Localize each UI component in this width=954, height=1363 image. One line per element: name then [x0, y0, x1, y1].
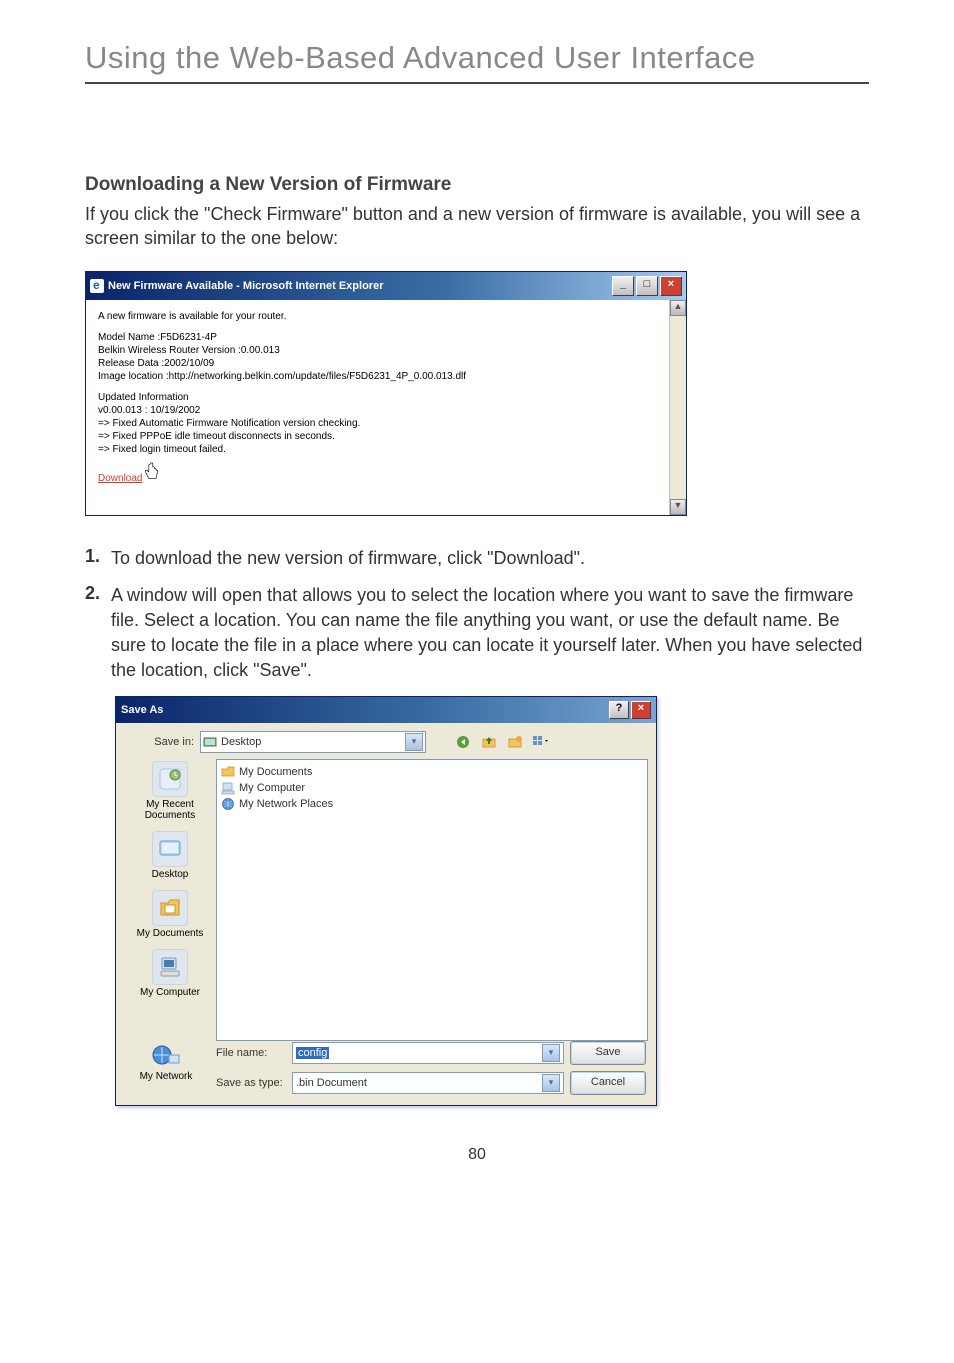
list-item-label: My Network Places [239, 798, 333, 810]
image-location: Image location :http://networking.belkin… [98, 370, 674, 383]
step-2-text: A window will open that allows you to se… [111, 583, 869, 684]
list-item[interactable]: My Documents [221, 764, 643, 780]
list-item[interactable]: My Network Places [221, 796, 643, 812]
savein-combo[interactable]: Desktop ▾ [200, 731, 426, 753]
savein-label: Save in: [124, 736, 194, 748]
place-mydocs-label: My Documents [137, 928, 204, 939]
section-heading: Downloading a New Version of Firmware [85, 174, 869, 196]
release-date: Release Data :2002/10/09 [98, 357, 674, 370]
ie-titlebar[interactable]: New Firmware Available - Microsoft Inter… [86, 272, 686, 300]
step-2: 2. A window will open that allows you to… [85, 583, 869, 684]
mycomp-place-icon [152, 949, 188, 985]
place-recent[interactable]: My Recent Documents [128, 761, 212, 821]
step-1-text: To download the new version of firmware,… [111, 546, 585, 571]
ie-title-text: New Firmware Available - Microsoft Inter… [108, 280, 612, 292]
step-1-number: 1. [85, 546, 111, 571]
firmware-available-text: A new firmware is available for your rou… [98, 310, 674, 323]
list-item[interactable]: My Computer [221, 780, 643, 796]
step-2-number: 2. [85, 583, 111, 684]
savetype-value: .bin Document [296, 1077, 367, 1089]
view-menu-button[interactable] [530, 731, 552, 753]
file-listing[interactable]: My Documents My Computer My Network Plac… [216, 759, 648, 1041]
ie-browser-window: New Firmware Available - Microsoft Inter… [85, 271, 687, 516]
desktop-place-icon [152, 831, 188, 867]
intro-paragraph: If you click the "Check Firmware" button… [85, 202, 869, 251]
filename-label: File name: [216, 1047, 286, 1059]
dropdown-icon[interactable]: ▾ [405, 733, 423, 751]
mydocs-place-icon [152, 890, 188, 926]
list-item-label: My Computer [239, 782, 305, 794]
savein-value: Desktop [221, 736, 261, 748]
list-item-label: My Documents [239, 766, 312, 778]
saveas-dialog: Save As ? × Save in: Desktop ▾ [115, 696, 657, 1106]
place-mycomp[interactable]: My Computer [128, 949, 212, 998]
places-bar: My Recent Documents Desktop My Documents… [124, 759, 216, 1041]
dropdown-icon[interactable]: ▾ [542, 1074, 560, 1092]
folder-icon [221, 765, 235, 779]
dropdown-icon[interactable]: ▾ [542, 1044, 560, 1062]
model-name: Model Name :F5D6231-4P [98, 331, 674, 344]
saveas-titlebar[interactable]: Save As ? × [116, 697, 656, 723]
place-mynet-label: My Network [140, 1071, 193, 1082]
ie-icon [90, 279, 104, 293]
update-line-1: => Fixed Automatic Firmware Notification… [98, 417, 674, 430]
page-title: Using the Web-Based Advanced User Interf… [85, 40, 869, 76]
maximize-button[interactable]: □ [636, 276, 658, 296]
computer-icon [221, 781, 235, 795]
back-button[interactable] [452, 731, 474, 753]
place-mydocs[interactable]: My Documents [128, 890, 212, 939]
cancel-button[interactable]: Cancel [570, 1071, 646, 1095]
place-mycomp-label: My Computer [140, 987, 200, 998]
up-one-level-button[interactable] [478, 731, 500, 753]
update-line-3: => Fixed login timeout failed. [98, 443, 674, 456]
step-1: 1. To download the new version of firmwa… [85, 546, 869, 571]
place-mynet[interactable]: My Network [124, 1043, 208, 1082]
update-line-2: => Fixed PPPoE idle timeout disconnects … [98, 430, 674, 443]
download-link[interactable]: Download [98, 472, 142, 485]
filename-value: config [296, 1047, 329, 1059]
scroll-down-icon[interactable]: ▼ [670, 499, 686, 515]
place-desktop-label: Desktop [152, 869, 189, 880]
minimize-button[interactable]: _ [612, 276, 634, 296]
savetype-combo[interactable]: .bin Document ▾ [292, 1072, 564, 1094]
savetype-label: Save as type: [216, 1077, 286, 1089]
hand-cursor-icon [144, 462, 160, 482]
desktop-icon [203, 735, 217, 749]
network-icon [221, 797, 235, 811]
save-button[interactable]: Save [570, 1041, 646, 1065]
recent-docs-icon [152, 761, 188, 797]
scroll-up-icon[interactable]: ▲ [670, 300, 686, 316]
filename-input[interactable]: config ▾ [292, 1042, 564, 1064]
router-version: Belkin Wireless Router Version :0.00.013 [98, 344, 674, 357]
updated-info-head: Updated Information [98, 391, 674, 404]
title-rule [85, 82, 869, 84]
network-place-icon [151, 1043, 181, 1069]
updated-version: v0.00.013 : 10/19/2002 [98, 404, 674, 417]
place-recent-label: My Recent Documents [145, 799, 196, 821]
new-folder-button[interactable] [504, 731, 526, 753]
scrollbar[interactable]: ▲ ▼ [669, 300, 686, 515]
close-button[interactable]: × [631, 701, 651, 719]
page-number: 80 [85, 1146, 869, 1164]
place-desktop[interactable]: Desktop [128, 831, 212, 880]
close-button[interactable]: × [660, 276, 682, 296]
help-button[interactable]: ? [609, 701, 629, 719]
ie-content: ▲ ▼ A new firmware is available for your… [86, 300, 686, 515]
saveas-title-text: Save As [121, 704, 609, 716]
